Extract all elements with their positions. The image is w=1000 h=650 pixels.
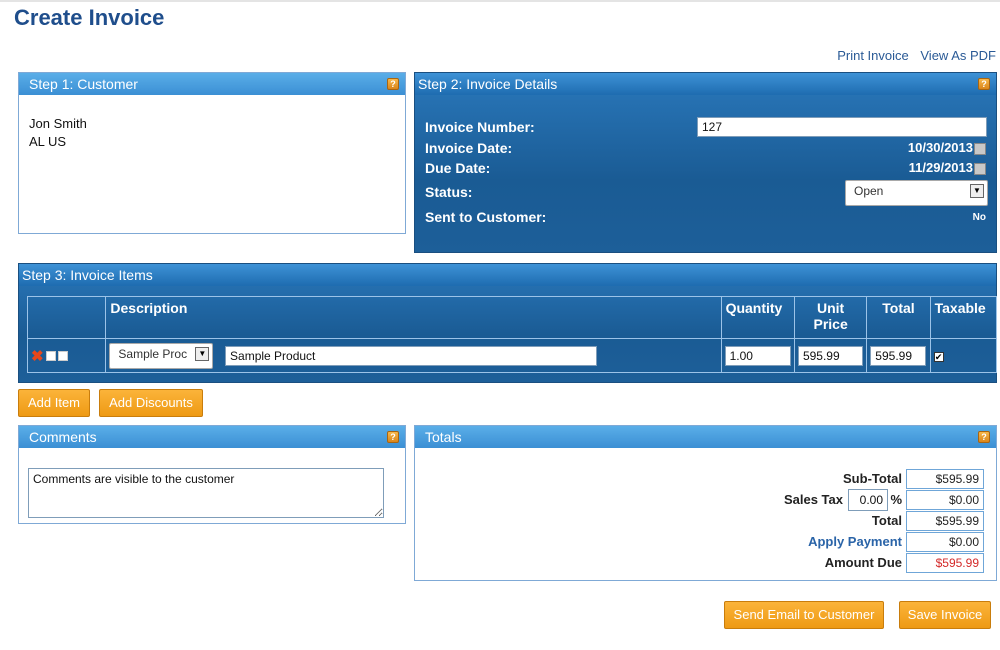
comments-header: Comments ?	[19, 426, 405, 448]
description-cell: Sample Proc ▼	[105, 338, 722, 373]
amount-due-label: Amount Due	[824, 555, 902, 570]
customer-panel-header: Step 1: Customer ?	[19, 73, 405, 95]
invoice-details-header: Step 2: Invoice Details ?	[415, 73, 996, 95]
totals-panel: Totals ? Sub-Total $595.99 Sales Tax % $…	[414, 425, 997, 581]
customer-location: AL US	[29, 134, 67, 149]
help-icon[interactable]: ?	[387, 78, 399, 90]
save-invoice-button[interactable]: Save Invoice	[899, 601, 991, 629]
sales-tax-value: $0.00	[906, 490, 984, 510]
calendar-icon[interactable]	[974, 162, 986, 175]
totals-title: Totals	[425, 429, 462, 445]
total-value: $595.99	[906, 511, 984, 531]
customer-panel-title: Step 1: Customer	[29, 76, 138, 92]
invoice-date-label: Invoice Date:	[425, 140, 513, 156]
send-email-button[interactable]: Send Email to Customer	[724, 601, 884, 629]
invoice-number-input[interactable]	[697, 117, 987, 137]
invoice-details-title: Step 2: Invoice Details	[418, 76, 558, 92]
add-item-button[interactable]: Add Item	[18, 389, 90, 417]
sales-tax-label: Sales Tax	[783, 492, 843, 507]
total-column-header: Total	[866, 296, 931, 339]
sent-label: Sent to Customer:	[425, 209, 547, 225]
sales-tax-rate-input[interactable]	[848, 489, 888, 511]
unit-price-column-header: Unit Price	[793, 296, 868, 339]
row-total-input[interactable]	[870, 345, 927, 366]
product-select-value: Sample Proc	[118, 346, 188, 361]
unit-price-input[interactable]	[797, 345, 863, 366]
delete-icon[interactable]: ✖	[31, 347, 44, 365]
due-date-value: 11/29/2013	[909, 160, 986, 175]
help-icon[interactable]: ?	[978, 78, 990, 90]
view-pdf-link[interactable]: View As PDF	[920, 48, 996, 63]
apply-payment-link[interactable]: Apply Payment	[808, 534, 902, 549]
print-invoice-link[interactable]: Print Invoice	[837, 48, 909, 63]
percent-sign: %	[890, 492, 902, 507]
top-links: Print Invoice View As PDF	[829, 48, 996, 63]
move-up-icon[interactable]	[45, 350, 56, 361]
comments-textarea[interactable]: Comments are visible to the customer	[28, 468, 384, 518]
calendar-icon[interactable]	[974, 142, 986, 155]
invoice-date-text: 10/30/2013	[907, 140, 973, 155]
row-actions: ✖	[26, 338, 107, 373]
quantity-column-header: Quantity	[720, 296, 795, 339]
table-header-row: Description Quantity Unit Price Total Ta…	[26, 296, 998, 339]
description-input[interactable]	[225, 345, 598, 366]
taxable-cell: ✔	[929, 338, 998, 373]
invoice-items-panel: Step 3: Invoice Items Description Quanti…	[18, 263, 998, 383]
sent-row: Sent to Customer: No	[425, 209, 986, 225]
quantity-input[interactable]	[724, 345, 791, 366]
description-column-header: Description	[105, 296, 722, 339]
add-discounts-button[interactable]: Add Discounts	[99, 389, 203, 417]
page-title: Create Invoice	[14, 5, 165, 30]
amount-due-value: $595.99	[906, 553, 984, 573]
subtotal-value: $595.99	[906, 469, 984, 489]
chevron-down-icon: ▼	[970, 184, 984, 198]
product-select[interactable]: Sample Proc ▼	[109, 342, 214, 369]
apply-payment-row: Apply Payment $0.00	[764, 532, 984, 552]
due-date-text: 11/29/2013	[908, 160, 973, 175]
invoice-number-label: Invoice Number:	[425, 119, 535, 135]
chevron-down-icon: ▼	[195, 346, 210, 361]
invoice-items-header: Step 3: Invoice Items	[19, 264, 996, 286]
totals-header: Totals ?	[415, 426, 996, 448]
customer-panel: Step 1: Customer ? Jon Smith AL US	[18, 72, 406, 234]
invoice-items-table: Description Quantity Unit Price Total Ta…	[26, 296, 998, 373]
subtotal-label: Sub-Total	[843, 471, 902, 486]
sent-value: No	[972, 212, 986, 223]
total-label: Total	[871, 513, 902, 528]
total-cell	[866, 338, 931, 373]
table-row: ✖ Sample Proc ▼ ✔	[26, 338, 998, 373]
status-value: Open	[854, 184, 884, 198]
top-divider	[0, 0, 1000, 2]
status-select[interactable]: Open ▼	[845, 180, 988, 206]
quantity-cell	[720, 338, 795, 373]
amount-due-row: Amount Due $595.99	[784, 553, 984, 573]
due-date-row: Due Date: 11/29/2013	[425, 160, 986, 176]
comments-panel: Comments ? Comments are visible to the c…	[18, 425, 406, 524]
due-date-label: Due Date:	[425, 160, 491, 176]
customer-name: Jon Smith	[29, 116, 87, 131]
total-row: Total $595.99	[784, 511, 984, 531]
invoice-details-panel: Step 2: Invoice Details ? Invoice Number…	[414, 72, 997, 253]
subtotal-row: Sub-Total $595.99	[784, 469, 984, 489]
unit-price-cell	[793, 338, 868, 373]
invoice-date-value: 10/30/2013	[908, 140, 986, 155]
customer-info: Jon Smith AL US	[19, 95, 405, 171]
status-label: Status:	[425, 184, 473, 200]
comments-title: Comments	[29, 429, 97, 445]
sales-tax-row: Sales Tax % $0.00	[764, 489, 984, 511]
invoice-items-title: Step 3: Invoice Items	[22, 267, 153, 283]
help-icon[interactable]: ?	[978, 431, 990, 443]
taxable-checkbox[interactable]: ✔	[933, 352, 944, 362]
move-down-icon[interactable]	[57, 350, 68, 361]
apply-payment-value: $0.00	[906, 532, 984, 552]
actions-column-header	[26, 296, 107, 339]
invoice-number-row: Invoice Number:	[425, 117, 987, 137]
help-icon[interactable]: ?	[387, 431, 399, 443]
taxable-column-header: Taxable	[929, 296, 998, 339]
invoice-date-row: Invoice Date: 10/30/2013	[425, 140, 986, 156]
